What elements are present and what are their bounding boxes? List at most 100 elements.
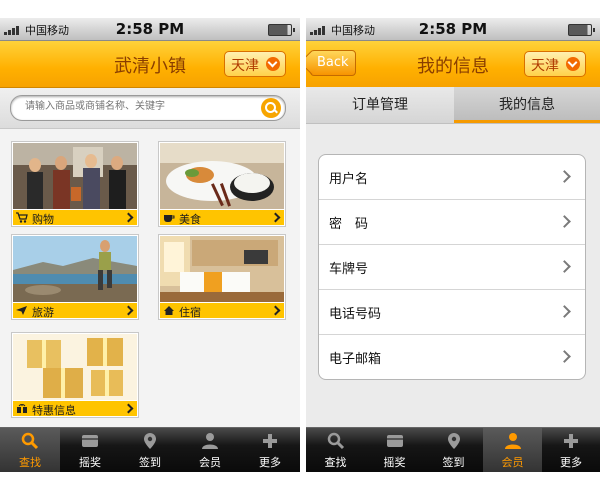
cart-icon (16, 212, 28, 223)
category-tile-specials[interactable]: 特惠信息 (11, 332, 139, 418)
tab-label: 摇奖 (79, 456, 101, 469)
chevron-down-icon (266, 57, 280, 71)
lodging-photo (160, 236, 284, 302)
tab-more[interactable]: 更多 (240, 428, 300, 472)
tab-search[interactable]: 查找 (0, 428, 60, 472)
tab-label: 会员 (199, 456, 221, 469)
food-photo (160, 143, 284, 209)
travel-photo (13, 236, 137, 302)
plus-icon (564, 434, 578, 448)
card-icon (82, 435, 98, 447)
chevron-right-icon (123, 305, 134, 316)
chevron-right-icon (558, 215, 571, 228)
tab-label: 更多 (259, 456, 281, 469)
tab-label: 查找 (19, 456, 41, 469)
status-bar: 中国移动 2:58 PM (0, 18, 300, 41)
tab-order-management[interactable]: 订单管理 (306, 87, 454, 123)
back-label: Back (317, 55, 349, 70)
search-icon (21, 432, 39, 450)
tab-checkin[interactable]: 签到 (424, 428, 483, 472)
search-icon (327, 432, 344, 450)
city-selector-button[interactable]: 天津 (524, 51, 586, 77)
tab-checkin[interactable]: 签到 (120, 428, 180, 472)
row-label: 密 码 (329, 217, 369, 232)
row-label: 车牌号 (329, 262, 369, 277)
list-item-username[interactable]: 用户名 (319, 155, 585, 200)
tab-label: 签到 (442, 456, 465, 469)
tab-label: 摇奖 (383, 456, 406, 469)
chevron-right-icon (270, 305, 281, 316)
tab-bar: 查找 摇奖 签到 会员 更多 (306, 427, 600, 472)
tab-label: 更多 (560, 456, 582, 469)
tab-my-info[interactable]: 我的信息 (454, 87, 600, 123)
person-icon (504, 433, 521, 449)
search-icon[interactable] (261, 98, 281, 118)
battery-icon (568, 24, 595, 36)
search-input[interactable] (23, 100, 257, 113)
city-label: 天津 (231, 58, 259, 74)
tile-label: 旅游 (32, 306, 54, 319)
city-selector-button[interactable]: 天津 (224, 51, 286, 77)
row-label: 用户名 (329, 172, 369, 187)
tab-lottery[interactable]: 摇奖 (365, 428, 424, 472)
tab-bar: 查找 摇奖 签到 会员 更多 (0, 427, 300, 472)
tab-label: 会员 (501, 456, 524, 469)
gift-icon (17, 404, 27, 413)
tab-label: 查找 (324, 456, 347, 469)
shopping-photo (13, 143, 137, 209)
status-time: 2:58 PM (115, 20, 185, 38)
category-tile-travel[interactable]: 旅游 (11, 234, 139, 320)
house-icon (164, 306, 174, 315)
segmented-control: 订单管理 我的信息 (306, 87, 600, 124)
card-icon (386, 435, 403, 447)
tab-member[interactable]: 会员 (180, 428, 240, 472)
category-tile-lodging[interactable]: 住宿 (158, 234, 286, 320)
tile-label: 住宿 (179, 306, 201, 319)
status-time: 2:58 PM (418, 20, 488, 38)
category-tile-shopping[interactable]: 购物 (11, 141, 139, 227)
city-label: 天津 (531, 58, 559, 74)
info-list: 用户名 密 码 车牌号 电话号码 电子邮箱 (318, 154, 586, 380)
tab-lottery[interactable]: 摇奖 (60, 428, 120, 472)
tile-caption: 住宿 (160, 303, 284, 319)
list-item-password[interactable]: 密 码 (319, 200, 585, 245)
tab-more[interactable]: 更多 (542, 428, 600, 472)
row-label: 电话号码 (329, 307, 382, 322)
plus-icon (263, 434, 277, 448)
tile-caption: 购物 (13, 210, 137, 226)
my-info-screen: 中国移动 2:58 PM Back 我的信息 天津 订单管理 我的信息 用户名 … (306, 18, 600, 472)
category-tile-food[interactable]: 美食 (158, 141, 286, 227)
plane-icon (16, 306, 27, 315)
chevron-right-icon (558, 350, 571, 363)
person-icon (202, 433, 218, 449)
tile-label: 购物 (32, 213, 54, 226)
tile-label: 特惠信息 (32, 404, 76, 417)
list-item-phone[interactable]: 电话号码 (319, 290, 585, 335)
list-item-plate-number[interactable]: 车牌号 (319, 245, 585, 290)
tab-member[interactable]: 会员 (483, 428, 542, 472)
cup-icon (164, 215, 175, 222)
chevron-right-icon (558, 170, 571, 183)
chevron-down-icon (566, 57, 580, 71)
home-screen: 中国移动 2:58 PM 武清小镇 天津 请输入商品或商铺名称、关键字 购物 美… (0, 18, 300, 472)
chevron-right-icon (123, 212, 134, 223)
tile-label: 美食 (179, 213, 201, 226)
location-pin-icon (447, 433, 460, 449)
tile-caption: 特惠信息 (13, 401, 137, 417)
specials-photo (13, 334, 137, 400)
chevron-right-icon (558, 260, 571, 273)
search-box[interactable] (10, 95, 286, 121)
chevron-right-icon (123, 403, 134, 414)
list-item-email[interactable]: 电子邮箱 (319, 335, 585, 379)
status-bar: 中国移动 2:58 PM (306, 18, 600, 41)
chevron-right-icon (270, 212, 281, 223)
tab-label: 签到 (139, 456, 161, 469)
chevron-right-icon (558, 305, 571, 318)
tile-caption: 美食 (160, 210, 284, 226)
tab-search[interactable]: 查找 (306, 428, 365, 472)
search-bar (0, 88, 300, 129)
nav-bar: Back 我的信息 天津 (306, 41, 600, 88)
location-pin-icon (144, 433, 156, 449)
nav-bar: 武清小镇 天津 (0, 41, 300, 88)
row-label: 电子邮箱 (329, 352, 382, 367)
